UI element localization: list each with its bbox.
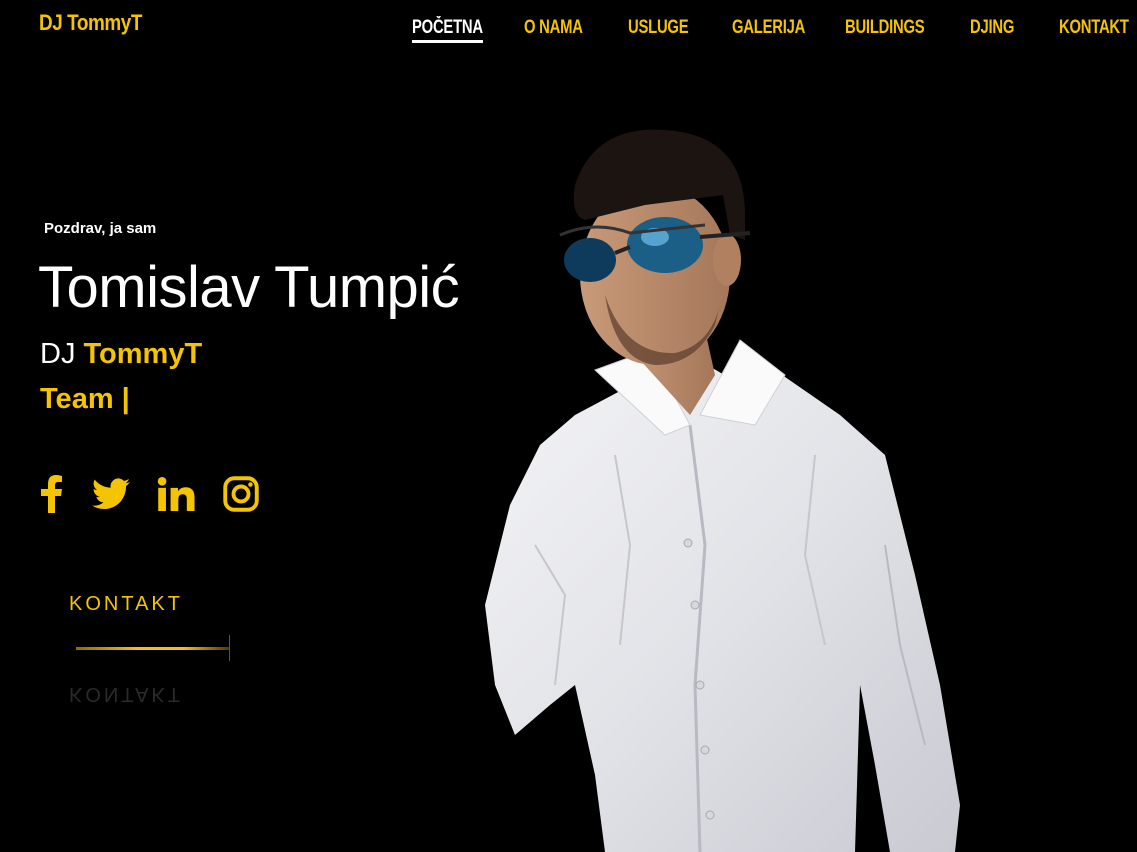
nav-item-kontakt[interactable]: KONTAKT <box>1059 17 1129 39</box>
hero-greeting: Pozdrav, ja sam <box>44 220 157 237</box>
hero-role-typed: Team | <box>40 383 130 415</box>
role-highlight: TommyT <box>83 338 203 370</box>
twitter-icon[interactable] <box>91 474 131 514</box>
contact-button-underline <box>76 635 230 661</box>
facebook-icon[interactable] <box>31 474 71 514</box>
hero-portrait-image <box>485 129 960 852</box>
contact-button[interactable]: KONTAKT <box>69 593 183 616</box>
nav-item-buildings[interactable]: BUILDINGS <box>845 17 925 39</box>
role-prefix: DJ <box>40 338 84 370</box>
nav-item-pocetna[interactable]: POČETNA <box>412 17 483 43</box>
hero-name: Tomislav Tumpić <box>38 255 460 320</box>
nav-item-djing[interactable]: DJING <box>970 17 1014 39</box>
nav-item-usluge[interactable]: USLUGE <box>628 17 689 39</box>
main-nav: POČETNA O NAMA USLUGE GALERIJA BUILDINGS… <box>0 17 1137 47</box>
linkedin-icon[interactable] <box>156 474 196 514</box>
nav-item-galerija[interactable]: GALERIJA <box>732 17 805 39</box>
contact-button-reflection: KONTAKT <box>69 683 183 705</box>
instagram-icon[interactable] <box>221 474 261 514</box>
hero-role-line: DJ TommyT <box>40 338 202 371</box>
nav-item-o-nama[interactable]: O NAMA <box>524 17 583 39</box>
